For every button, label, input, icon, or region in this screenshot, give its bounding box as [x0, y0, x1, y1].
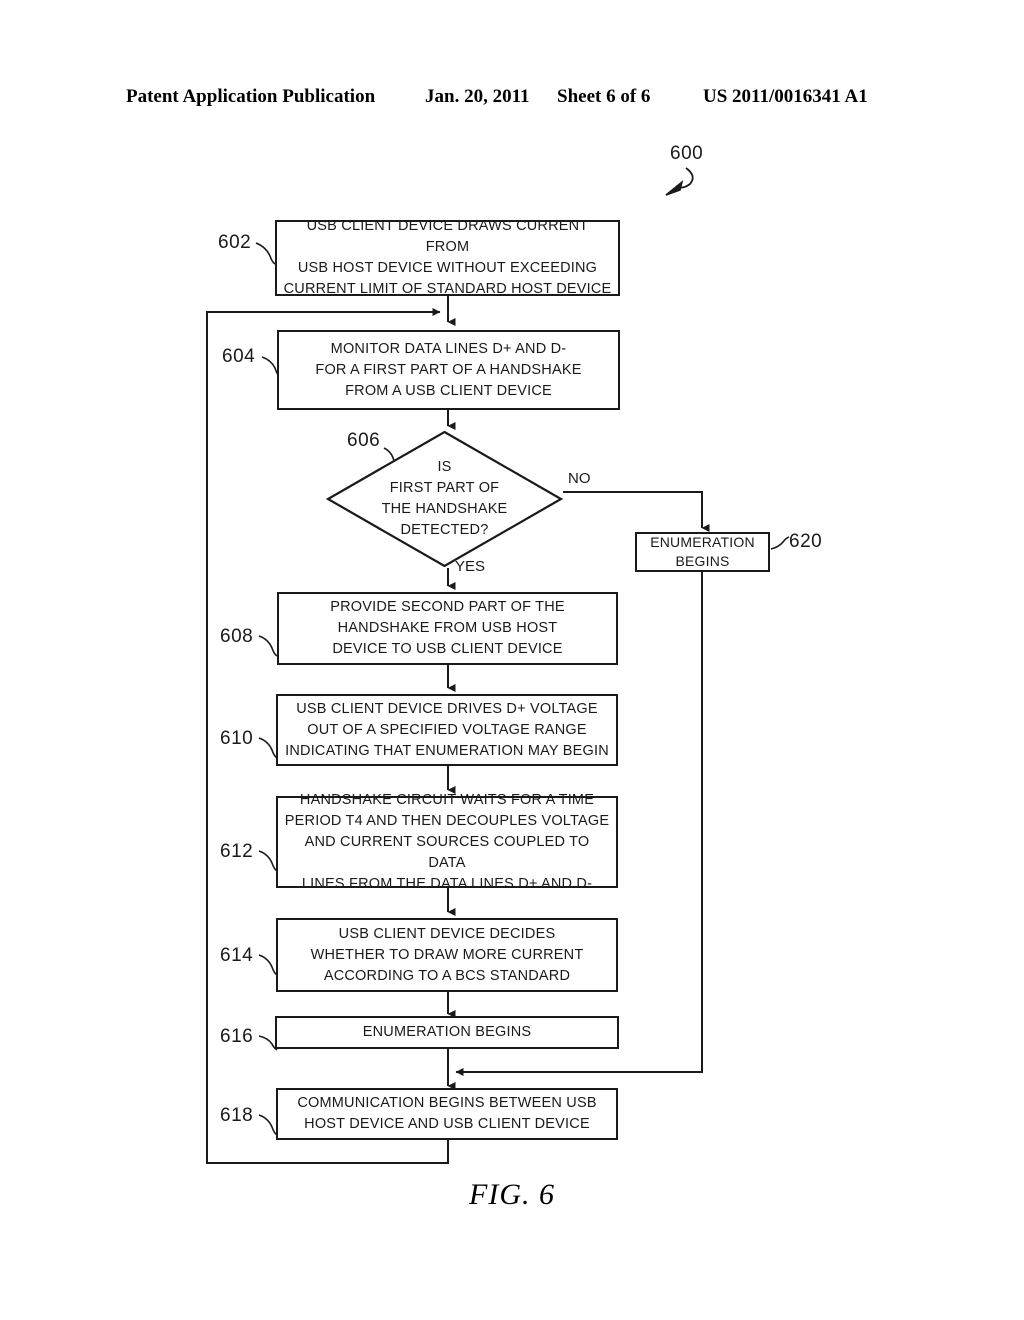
- ref-leader-612: [258, 850, 278, 872]
- flow-node-612[interactable]: HANDSHAKE CIRCUIT WAITS FOR A TIME PERIO…: [276, 792, 618, 892]
- flow-node-612-text: HANDSHAKE CIRCUIT WAITS FOR A TIME PERIO…: [284, 791, 610, 892]
- figure-caption: FIG. 6: [469, 1178, 555, 1211]
- flow-ref-616: 616: [220, 1026, 254, 1047]
- flow-ref-618: 618: [220, 1105, 254, 1126]
- connector-606-no-to-620: [563, 491, 710, 532]
- flow-node-602[interactable]: USB CLIENT DEVICE DRAWS CURRENT FROM USB…: [275, 218, 620, 297]
- branch-label-no: NO: [568, 470, 591, 487]
- flow-ref-614: 614: [220, 945, 254, 966]
- flow-ref-620: 620: [789, 531, 823, 552]
- flow-ref-608: 608: [220, 626, 254, 647]
- flow-node-604-text: MONITOR DATA LINES D+ AND D- FOR A FIRST…: [315, 340, 582, 399]
- ref-leader-608: [258, 635, 278, 657]
- ref-leader-618: [258, 1114, 278, 1136]
- flow-node-610-text: USB CLIENT DEVICE DRIVES D+ VOLTAGE OUT …: [285, 700, 609, 759]
- flow-node-604[interactable]: MONITOR DATA LINES D+ AND D- FOR A FIRST…: [277, 330, 620, 410]
- flow-node-618[interactable]: COMMUNICATION BEGINS BETWEEN USB HOST DE…: [276, 1088, 618, 1140]
- flow-node-618-text: COMMUNICATION BEGINS BETWEEN USB HOST DE…: [297, 1095, 597, 1132]
- flow-ref-610: 610: [220, 728, 254, 749]
- flow-ref-606: 606: [347, 430, 381, 451]
- flow-ref-604: 604: [222, 346, 256, 367]
- flow-node-602-text: USB CLIENT DEVICE DRAWS CURRENT FROM USB…: [283, 218, 612, 297]
- branch-label-yes: YES: [455, 558, 486, 575]
- flow-node-616[interactable]: ENUMERATION BEGINS: [275, 1016, 619, 1049]
- flow-node-620[interactable]: ENUMERATION BEGINS: [635, 532, 770, 572]
- flow-node-620-text: ENUMERATION BEGINS: [650, 534, 755, 569]
- flow-node-616-text: ENUMERATION BEGINS: [362, 1024, 532, 1040]
- flow-node-614[interactable]: USB CLIENT DEVICE DECIDES WHETHER TO DRA…: [276, 918, 618, 992]
- flow-ref-612: 612: [220, 841, 254, 862]
- flow-ref-602: 602: [218, 232, 252, 253]
- diagram-ref-600: 600: [670, 143, 704, 164]
- flow-node-610[interactable]: USB CLIENT DEVICE DRIVES D+ VOLTAGE OUT …: [276, 694, 618, 766]
- flowchart-diagram: 600 USB CLIENT DEVICE DRAWS CURRENT FROM…: [0, 0, 1024, 1320]
- diagram-ref-arrowhead-600: [665, 179, 684, 196]
- flow-node-608-text: PROVIDE SECOND PART OF THE HANDSHAKE FRO…: [330, 599, 565, 657]
- flow-node-614-text: USB CLIENT DEVICE DECIDES WHETHER TO DRA…: [310, 925, 584, 984]
- ref-leader-602: [255, 242, 276, 265]
- ref-leader-614: [258, 954, 278, 976]
- ref-leader-620: [770, 536, 790, 550]
- diagram-ref-leader-600: [675, 167, 694, 189]
- ref-leader-610: [258, 737, 278, 759]
- flow-node-608[interactable]: PROVIDE SECOND PART OF THE HANDSHAKE FRO…: [277, 592, 618, 665]
